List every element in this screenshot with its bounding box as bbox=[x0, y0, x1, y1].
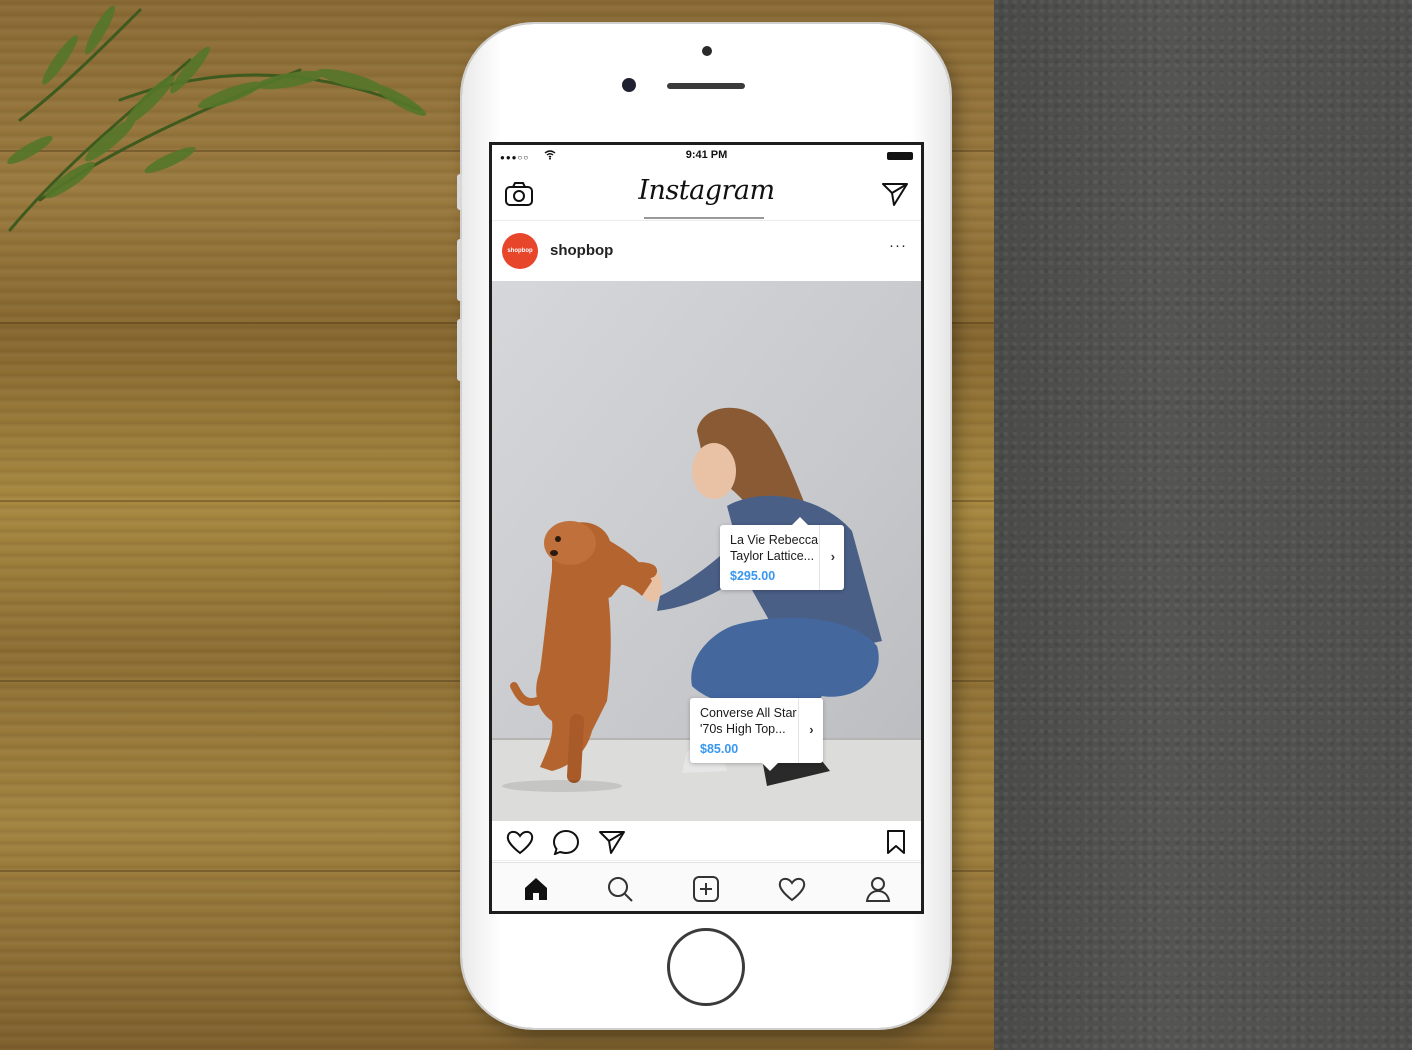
heart-icon[interactable] bbox=[506, 829, 534, 855]
product-tag-price: $85.00 bbox=[700, 742, 739, 756]
tag-divider bbox=[819, 525, 821, 590]
phone-screen: ●●●○○ 9:41 PM Instagram shopbop shopbop bbox=[489, 142, 924, 914]
app-logo: Instagram bbox=[638, 175, 775, 206]
post-photo[interactable]: La Vie Rebecca Taylor Lattice... $295.00… bbox=[492, 281, 921, 821]
logo-underline bbox=[644, 217, 764, 219]
plant-leaves-decoration bbox=[7, 5, 427, 232]
front-camera bbox=[622, 78, 636, 92]
bottom-tab-bar bbox=[492, 862, 921, 911]
home-icon[interactable] bbox=[522, 875, 550, 903]
chevron-right-icon[interactable]: › bbox=[831, 549, 835, 565]
search-icon[interactable] bbox=[606, 875, 634, 903]
product-tag-name: La Vie Rebecca bbox=[730, 533, 819, 547]
product-tag[interactable]: La Vie Rebecca Taylor Lattice... $295.00… bbox=[720, 517, 845, 590]
post-header: shopbop shopbop ··· bbox=[492, 221, 921, 281]
proximity-sensor bbox=[702, 46, 712, 56]
earpiece-speaker bbox=[667, 83, 745, 89]
product-tag-name: Converse All Star bbox=[700, 706, 797, 720]
volume-down-button bbox=[457, 319, 462, 381]
battery-icon bbox=[887, 152, 913, 160]
tag-divider bbox=[797, 698, 799, 763]
product-tag-name: Taylor Lattice... bbox=[730, 549, 815, 563]
direct-message-icon[interactable] bbox=[881, 181, 909, 207]
activity-heart-icon[interactable] bbox=[778, 875, 806, 903]
bookmark-icon[interactable] bbox=[882, 829, 910, 855]
product-tag-price: $295.00 bbox=[730, 569, 776, 583]
status-time: 9:41 PM bbox=[685, 149, 728, 161]
app-header: Instagram bbox=[492, 167, 921, 221]
share-icon[interactable] bbox=[598, 829, 626, 855]
iphone-device: ●●●○○ 9:41 PM Instagram shopbop shopbop bbox=[457, 24, 950, 1028]
more-options-icon[interactable]: ··· bbox=[889, 237, 907, 254]
volume-up-button bbox=[457, 239, 462, 301]
post-actions-bar bbox=[492, 821, 921, 861]
add-post-icon[interactable] bbox=[692, 875, 720, 903]
product-tag[interactable]: Converse All Star '70s High Top... $85.0… bbox=[690, 698, 823, 771]
profile-icon[interactable] bbox=[864, 875, 892, 903]
carpet-background bbox=[994, 0, 1412, 1050]
chevron-right-icon[interactable]: › bbox=[809, 722, 813, 738]
product-tag-name: '70s High Top... bbox=[700, 722, 786, 736]
status-bar: ●●●○○ 9:41 PM bbox=[492, 145, 921, 167]
post-username[interactable]: shopbop bbox=[550, 242, 613, 259]
comment-icon[interactable] bbox=[552, 829, 580, 855]
mute-switch bbox=[457, 174, 462, 210]
avatar[interactable]: shopbop bbox=[502, 233, 538, 269]
home-button[interactable] bbox=[667, 928, 745, 1006]
